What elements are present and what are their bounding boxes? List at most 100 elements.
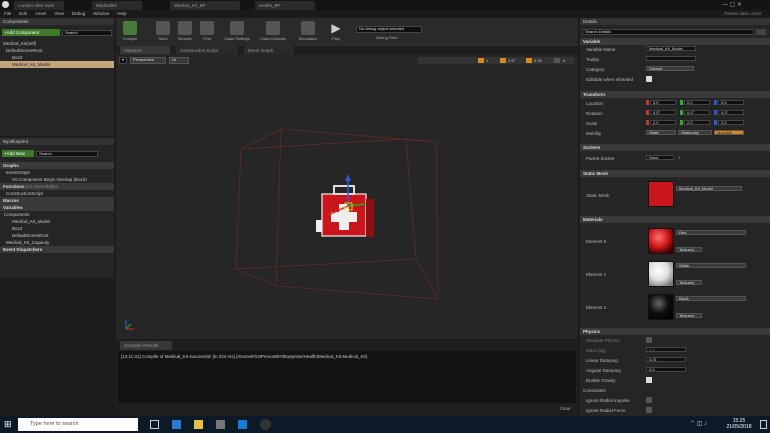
debug-object-select[interactable]: No debug object selected [356,26,422,33]
var-capacity[interactable]: Medical_Kit_Capacity [0,239,114,246]
component-box3[interactable]: Box3 [0,54,114,61]
element0-thumbnail[interactable] [648,228,674,254]
variables-section[interactable]: Variables [0,204,114,211]
event-overlap-item[interactable]: On Component Begin Overlap (Box3) [0,176,114,183]
scale-y[interactable]: 2.0 [684,120,710,125]
rotation-x[interactable]: 0.0° [650,110,676,115]
scale-z[interactable]: 2.0 [718,120,744,125]
windows-start-icon[interactable]: ⊞ [4,420,13,429]
graphs-section[interactable]: Graphs [0,162,114,169]
enable-gravity-checkbox[interactable] [646,377,652,383]
variable-name-input[interactable]: Medical_Kit_Model [646,46,696,51]
editable-inherited-checkbox[interactable] [646,76,652,82]
window-controls[interactable]: — ▢ ✕ [722,1,742,8]
sockets-section[interactable]: Sockets [580,144,770,151]
scale-label[interactable]: Scale [586,121,597,126]
element1-dropdown[interactable]: White [676,263,746,268]
menu-edit[interactable]: Edit [15,10,31,17]
taskbar-search-box[interactable]: Type here to search [18,418,138,431]
parent-socket-input[interactable]: None [646,155,674,160]
play-button[interactable]: ▶ Play [323,20,349,44]
menu-debug[interactable]: Debug [68,10,89,17]
edge-icon[interactable] [172,420,181,429]
static-mesh-dropdown[interactable]: Medical_Kit_Model [676,186,742,191]
component-self[interactable]: Medical_Kit(self) [0,40,114,47]
clear-button[interactable]: Clear [560,406,571,411]
menu-view[interactable]: View [50,10,68,17]
var-medical-kit-model[interactable]: Medical_Kit_Model [0,218,114,225]
task-view-icon[interactable] [150,420,159,429]
construction-item[interactable]: ConstructionScript [0,190,114,197]
location-label[interactable]: Location [586,101,603,106]
search-icon[interactable]: ⌕ [678,155,681,161]
var-box3[interactable]: Box3 [0,225,114,232]
element2-dropdown[interactable]: Black [676,296,746,301]
location-y[interactable]: 0.0 [684,100,710,105]
clock[interactable]: 15:25 21/05/2018 [722,418,756,430]
event-dispatchers-section[interactable]: Event Dispatchers [0,246,114,253]
ignore-radial-force-checkbox[interactable] [646,407,652,413]
component-default-root[interactable]: DefaultSceneRoot [0,47,114,54]
components-search-input[interactable]: Search [62,30,112,36]
simulate-physics-checkbox[interactable] [646,337,652,343]
mass-input[interactable]: 0.0 [646,347,686,352]
var-default-root[interactable]: DefaultSceneRoot [0,232,114,239]
components-category[interactable]: Components [0,211,114,218]
notification-icon[interactable] [760,420,767,429]
tab-asset3[interactable]: Health_BP [255,1,315,10]
location-z[interactable]: 0.0 [718,100,744,105]
ignore-radial-impulse-checkbox[interactable] [646,397,652,403]
viewport[interactable]: ▾ Perspective Lit 1 2.5° 0.25 4 [116,54,578,339]
scale-x[interactable]: 2.0 [650,120,676,125]
tab-level[interactable]: London After Dark [14,1,64,10]
eventgraph-item[interactable]: EventGraph [0,169,114,176]
functions-section[interactable]: Functions (21 Overridable) [0,183,114,190]
physics-section[interactable]: Physics [580,328,770,335]
category-dropdown[interactable]: Default [646,66,694,71]
store-icon[interactable] [216,420,225,429]
tab-asset1[interactable]: MedicalKit [92,1,142,10]
mobility-static[interactable]: Static [646,130,676,135]
component-medical-kit-model[interactable]: Medical_Kit_Model [0,61,114,68]
static-mesh-section[interactable]: Static Mesh [580,170,770,177]
class-defaults-button[interactable]: Class Defaults [256,20,290,44]
system-tray-icons[interactable]: ⌃ ◫ ♪ [690,420,707,427]
rotation-label[interactable]: Rotation [586,111,603,116]
static-mesh-thumbnail[interactable] [648,181,674,207]
menu-help[interactable]: Help [113,10,130,17]
menu-asset[interactable]: Asset [31,10,50,17]
mobility-stationary[interactable]: Stationary [678,130,712,135]
blueprint-search-input[interactable]: Search [36,151,98,157]
find-button[interactable]: Find [194,20,220,44]
compile-button[interactable]: Compile [117,20,143,44]
view-options-icon[interactable] [756,29,766,35]
element0-textures[interactable]: Textures [676,247,702,252]
add-new-button[interactable]: +Add New [2,150,34,157]
unreal-engine-icon[interactable] [260,419,271,430]
element2-thumbnail[interactable] [648,294,674,320]
menu-window[interactable]: Window [89,10,113,17]
tooltip-input[interactable] [646,56,696,61]
compiler-results-tab[interactable]: Compiler Results [120,341,172,350]
angular-damping-input[interactable]: 0.0 [646,367,686,372]
element1-textures[interactable]: Textures [676,280,702,285]
tab-asset2[interactable]: Medical_Kit_BP [170,1,240,10]
materials-section[interactable]: Materials [580,216,770,223]
simulation-button[interactable]: Simulation [295,20,321,44]
constraints-label[interactable]: Constraints [583,388,606,393]
add-component-button[interactable]: +Add Component [2,29,60,36]
details-search-input[interactable]: Search Details [582,29,754,35]
element2-textures[interactable]: Textures [676,313,702,318]
class-settings-button[interactable]: Class Settings [220,20,254,44]
rotation-y[interactable]: 0.0° [684,110,710,115]
file-explorer-icon[interactable] [194,420,203,429]
linear-damping-input[interactable]: 0.01 [646,357,686,362]
location-x[interactable]: 0.0 [650,100,676,105]
element1-thumbnail[interactable] [648,261,674,287]
mobility-movable[interactable]: Movable [714,130,744,135]
menu-file[interactable]: File [0,10,15,17]
medical-kit-model[interactable] [316,185,374,237]
macros-section[interactable]: Macros [0,197,114,204]
mail-icon[interactable] [238,420,247,429]
transform-section[interactable]: Transform [580,91,770,98]
